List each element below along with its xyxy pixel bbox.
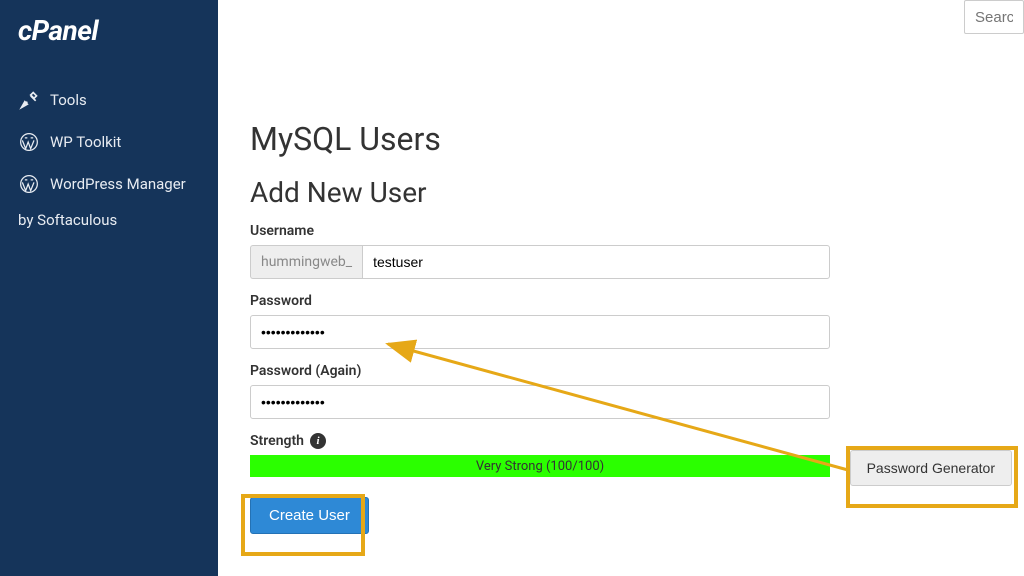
topbar: [218, 0, 1024, 34]
password-label: Password: [250, 293, 1000, 309]
wordpress-icon: [18, 173, 40, 195]
tools-icon: [18, 89, 40, 111]
search-input[interactable]: [964, 0, 1024, 34]
password-again-input[interactable]: [250, 385, 830, 419]
username-group: hummingweb_: [250, 245, 830, 279]
logo: cPanel: [18, 14, 218, 47]
create-user-button[interactable]: Create User: [250, 497, 369, 534]
strength-bar: Very Strong (100/100): [250, 455, 830, 477]
strength-label: Strength: [250, 433, 304, 449]
sidebar-item-label: WordPress Manager: [50, 175, 186, 193]
sidebar-item-wp-manager[interactable]: WordPress Manager: [18, 163, 218, 205]
sidebar-item-label: Tools: [50, 91, 87, 109]
wordpress-icon: [18, 131, 40, 153]
password-generator-wrap: Password Generator: [850, 450, 1012, 486]
password-generator-button[interactable]: Password Generator: [850, 450, 1012, 486]
password-again-label: Password (Again): [250, 363, 1000, 379]
info-icon[interactable]: i: [310, 433, 326, 449]
username-input[interactable]: [362, 245, 830, 279]
sidebar-item-label: WP Toolkit: [50, 133, 121, 151]
username-label: Username: [250, 223, 1000, 239]
sidebar-item-tools[interactable]: Tools: [18, 79, 218, 121]
strength-row: Strength i: [250, 433, 1000, 449]
password-input[interactable]: [250, 315, 830, 349]
username-prefix: hummingweb_: [250, 245, 362, 279]
page-title: MySQL Users: [250, 120, 1000, 158]
sidebar-item-wp-toolkit[interactable]: WP Toolkit: [18, 121, 218, 163]
sidebar: cPanel Tools WP Toolkit WordPress Manage…: [0, 0, 218, 576]
section-title: Add New User: [250, 176, 1000, 209]
sidebar-subtext: by Softaculous: [18, 205, 218, 229]
